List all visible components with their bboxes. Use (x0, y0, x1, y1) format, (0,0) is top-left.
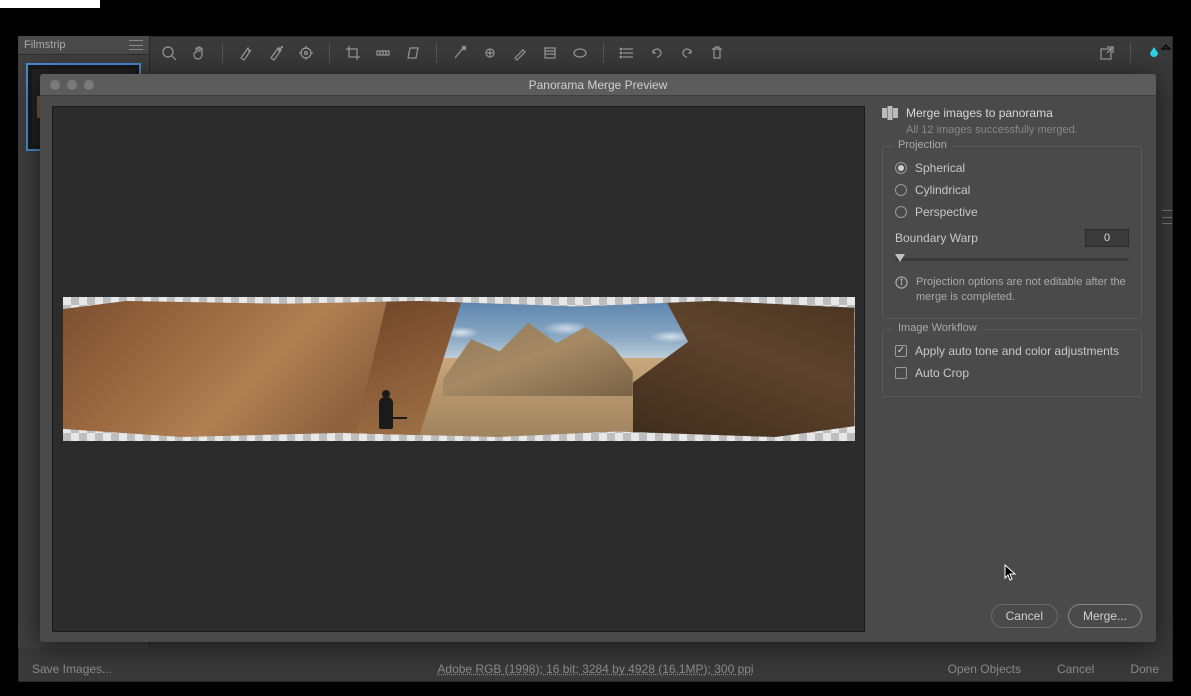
filmstrip-title: Filmstrip (24, 39, 66, 51)
cancel-button[interactable]: Cancel (991, 604, 1058, 628)
workflow-heading: Image Workflow (893, 322, 982, 334)
window-controls[interactable] (40, 80, 94, 90)
crop-tool-icon[interactable] (344, 44, 362, 62)
done-button[interactable]: Done (1130, 662, 1159, 676)
checkbox-icon (895, 367, 907, 379)
filmstrip-header: Filmstrip (18, 36, 149, 55)
filmstrip-menu-icon[interactable] (129, 40, 143, 50)
radio-icon (895, 184, 907, 196)
checkbox-icon (895, 345, 907, 357)
radio-icon (895, 206, 907, 218)
minimize-window-icon[interactable] (67, 80, 77, 90)
merge-status-text: All 12 images successfully merged. (906, 124, 1142, 136)
radio-label: Perspective (915, 205, 978, 219)
projection-spherical-radio[interactable]: Spherical (895, 157, 1129, 179)
open-objects-button[interactable]: Open Objects (948, 662, 1021, 676)
dialog-titlebar[interactable]: Panorama Merge Preview (40, 74, 1156, 96)
projection-heading: Projection (893, 139, 952, 151)
rotate-cw-icon[interactable] (678, 44, 696, 62)
white-balance-tool-icon[interactable] (237, 44, 255, 62)
checkbox-label: Apply auto tone and color adjustments (915, 344, 1119, 358)
dialog-sidebar: Merge images to panorama All 12 images s… (872, 96, 1156, 642)
adjustment-brush-tool-icon[interactable] (511, 44, 529, 62)
panorama-merge-dialog: Panorama Merge Preview (40, 74, 1156, 642)
merge-header: Merge images to panorama (882, 106, 1142, 120)
list-view-icon[interactable] (618, 44, 636, 62)
delete-icon[interactable] (708, 44, 726, 62)
projection-info: Projection options are not editable afte… (895, 275, 1129, 306)
radio-icon (895, 162, 907, 174)
dialog-title: Panorama Merge Preview (40, 78, 1156, 92)
toolbar (160, 40, 1163, 66)
preview-canvas[interactable] (52, 106, 865, 632)
boundary-warp-input[interactable] (1085, 229, 1129, 247)
scroll-up-arrow-icon[interactable] (1161, 41, 1171, 51)
rotate-ccw-icon[interactable] (648, 44, 666, 62)
auto-crop-checkbox[interactable]: Auto Crop (895, 362, 1129, 384)
close-window-icon[interactable] (50, 80, 60, 90)
projection-section: Projection Spherical Cylindrical Perspec… (882, 146, 1142, 319)
checkbox-label: Auto Crop (915, 366, 969, 380)
save-images-link[interactable]: Save Images... (32, 662, 112, 676)
spot-removal-tool-icon[interactable] (451, 44, 469, 62)
slider-thumb-icon[interactable] (895, 254, 905, 262)
auto-tone-checkbox[interactable]: Apply auto tone and color adjustments (895, 340, 1129, 362)
top-accent-bar (0, 0, 100, 8)
merge-title: Merge images to panorama (906, 106, 1053, 120)
color-sampler-tool-icon[interactable] (267, 44, 285, 62)
boundary-warp-slider[interactable] (895, 253, 1129, 265)
open-external-icon[interactable] (1098, 44, 1116, 62)
radial-filter-tool-icon[interactable] (571, 44, 589, 62)
dialog-buttons: Cancel Merge... (882, 604, 1142, 628)
zoom-tool-icon[interactable] (160, 44, 178, 62)
radio-label: Spherical (915, 161, 965, 175)
bottom-cancel-button[interactable]: Cancel (1057, 662, 1094, 676)
merge-button[interactable]: Merge... (1068, 604, 1142, 628)
panorama-preview-image (63, 297, 855, 441)
info-icon (895, 276, 908, 289)
preview-area (40, 96, 872, 642)
target-adjustment-tool-icon[interactable] (297, 44, 315, 62)
bottom-bar: Save Images... Adobe RGB (1998); 16 bit;… (32, 662, 1159, 676)
projection-perspective-radio[interactable]: Perspective (895, 201, 1129, 223)
projection-info-text: Projection options are not editable afte… (916, 275, 1129, 306)
boundary-warp-label: Boundary Warp (895, 231, 978, 245)
image-info-link[interactable]: Adobe RGB (1998); 16 bit; 3284 by 4928 (… (437, 662, 753, 676)
transform-tool-icon[interactable] (404, 44, 422, 62)
red-eye-tool-icon[interactable] (481, 44, 499, 62)
workflow-section: Image Workflow Apply auto tone and color… (882, 329, 1142, 397)
graduated-filter-tool-icon[interactable] (541, 44, 559, 62)
radio-label: Cylindrical (915, 183, 970, 197)
boundary-warp-row: Boundary Warp (895, 229, 1129, 247)
photographer-silhouette (379, 397, 393, 429)
straighten-tool-icon[interactable] (374, 44, 392, 62)
zoom-window-icon[interactable] (84, 80, 94, 90)
right-panel-handle-icon[interactable] (1162, 210, 1172, 224)
panorama-icon (882, 106, 898, 120)
projection-cylindrical-radio[interactable]: Cylindrical (895, 179, 1129, 201)
hand-tool-icon[interactable] (190, 44, 208, 62)
